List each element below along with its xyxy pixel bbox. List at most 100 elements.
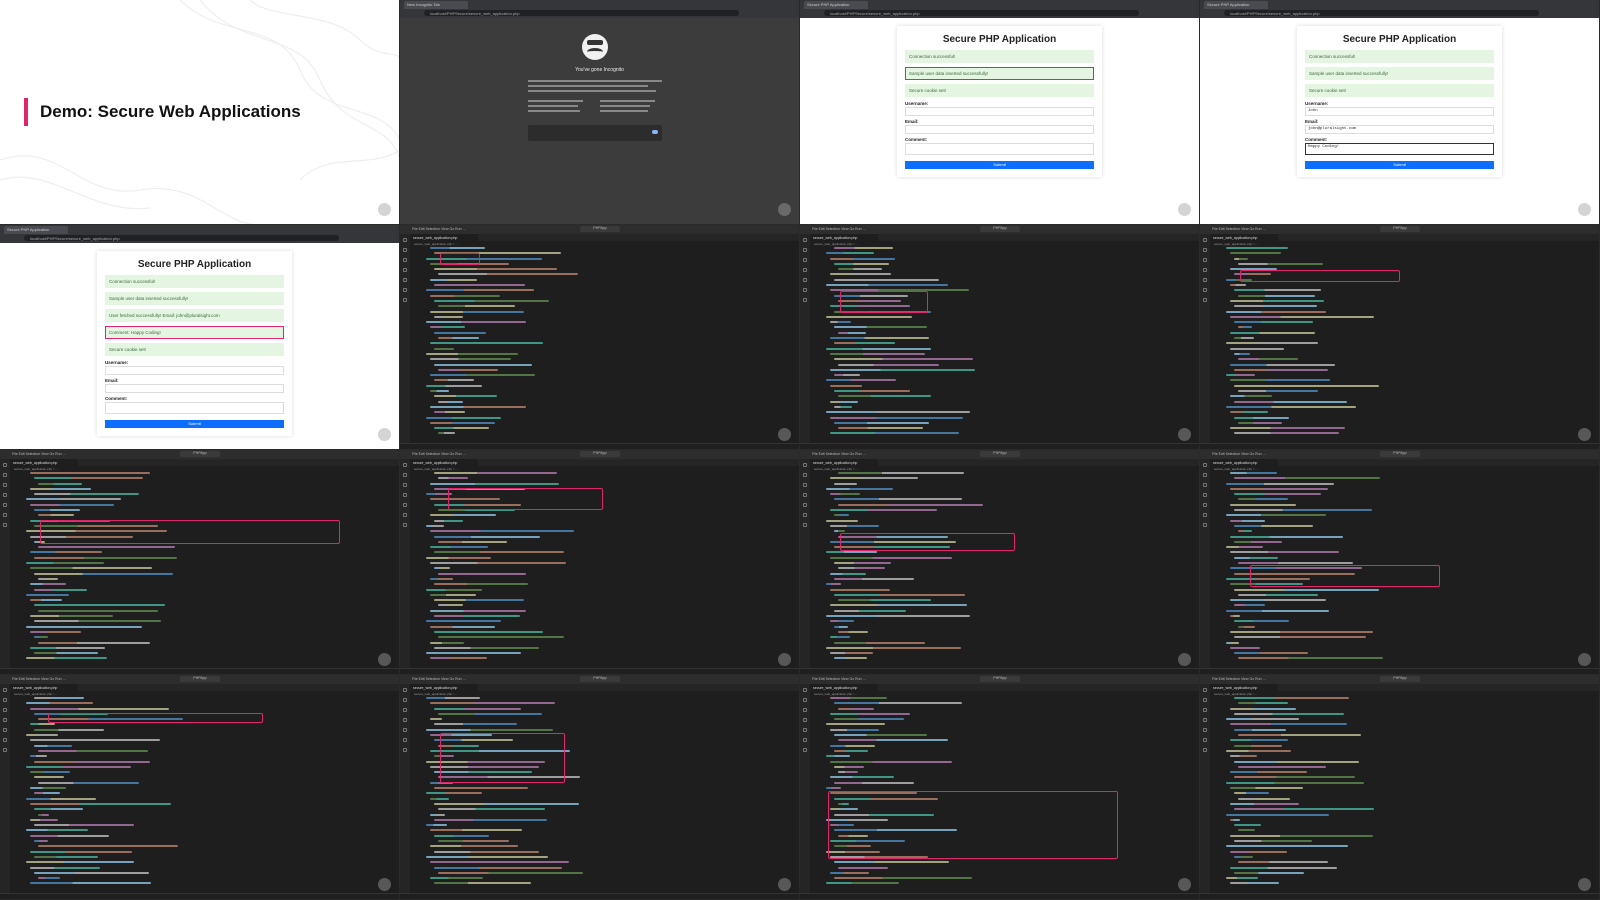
search-icon[interactable]	[803, 248, 807, 252]
run-debug-icon[interactable]	[403, 718, 407, 722]
command-center-search[interactable]: PHPApp	[180, 451, 220, 457]
explorer-icon[interactable]	[403, 463, 407, 467]
submit-button[interactable]: Submit	[105, 420, 284, 428]
explorer-icon[interactable]	[1203, 463, 1207, 467]
remote-icon[interactable]	[803, 738, 807, 742]
file-tab[interactable]: secure_web_application.php	[1210, 684, 1278, 691]
search-icon[interactable]	[403, 473, 407, 477]
explorer-icon[interactable]	[403, 238, 407, 242]
source-control-icon[interactable]	[1203, 483, 1207, 487]
extensions-icon[interactable]	[3, 503, 7, 507]
command-center-search[interactable]: PHPApp	[180, 676, 220, 682]
extensions-icon[interactable]	[403, 278, 407, 282]
file-tab[interactable]: secure_web_application.php	[410, 684, 478, 691]
run-debug-icon[interactable]	[403, 268, 407, 272]
source-control-icon[interactable]	[1203, 708, 1207, 712]
username-input[interactable]	[905, 107, 1094, 116]
explorer-icon[interactable]	[3, 688, 7, 692]
run-debug-icon[interactable]	[403, 493, 407, 497]
test-icon[interactable]	[403, 298, 407, 302]
search-icon[interactable]	[3, 698, 7, 702]
run-debug-icon[interactable]	[3, 493, 7, 497]
submit-button[interactable]: Submit	[1305, 161, 1494, 169]
file-tab[interactable]: secure_web_application.php	[1210, 234, 1278, 241]
search-icon[interactable]	[1203, 698, 1207, 702]
test-icon[interactable]	[403, 523, 407, 527]
search-icon[interactable]	[1203, 473, 1207, 477]
extensions-icon[interactable]	[1203, 278, 1207, 282]
run-debug-icon[interactable]	[803, 718, 807, 722]
code-area[interactable]	[822, 472, 1195, 667]
remote-icon[interactable]	[403, 288, 407, 292]
test-icon[interactable]	[1203, 523, 1207, 527]
comment-textarea[interactable]: Happy Coding!	[1305, 143, 1494, 155]
remote-icon[interactable]	[1203, 513, 1207, 517]
source-control-icon[interactable]	[3, 708, 7, 712]
code-area[interactable]	[22, 697, 395, 892]
source-control-icon[interactable]	[403, 708, 407, 712]
comment-textarea[interactable]	[105, 402, 284, 414]
browser-tab[interactable]: Secure PHP Application	[804, 1, 868, 9]
extensions-icon[interactable]	[403, 503, 407, 507]
source-control-icon[interactable]	[1203, 258, 1207, 262]
address-bar[interactable]: localhost/PHPSecure/secure_web_applicati…	[824, 10, 1139, 16]
explorer-icon[interactable]	[3, 463, 7, 467]
explorer-icon[interactable]	[1203, 688, 1207, 692]
email-input[interactable]	[905, 125, 1094, 134]
browser-tab[interactable]: Secure PHP Application	[4, 226, 68, 234]
explorer-icon[interactable]	[803, 238, 807, 242]
file-tab[interactable]: secure_web_application.php	[10, 459, 78, 466]
test-icon[interactable]	[1203, 748, 1207, 752]
source-control-icon[interactable]	[803, 258, 807, 262]
file-tab[interactable]: secure_web_application.php	[410, 234, 478, 241]
block-cookies-toggle[interactable]	[652, 130, 658, 134]
code-area[interactable]	[1222, 697, 1595, 892]
source-control-icon[interactable]	[803, 483, 807, 487]
remote-icon[interactable]	[3, 513, 7, 517]
code-area[interactable]	[422, 697, 795, 892]
command-center-search[interactable]: PHPApp	[580, 676, 620, 682]
file-tab[interactable]: secure_web_application.php	[10, 684, 78, 691]
command-center-search[interactable]: PHPApp	[1380, 451, 1420, 457]
run-debug-icon[interactable]	[803, 493, 807, 497]
file-tab[interactable]: secure_web_application.php	[1210, 459, 1278, 466]
extensions-icon[interactable]	[1203, 503, 1207, 507]
browser-tab[interactable]: New Incognito Tab	[404, 1, 468, 9]
run-debug-icon[interactable]	[1203, 493, 1207, 497]
extensions-icon[interactable]	[803, 728, 807, 732]
email-input[interactable]	[105, 384, 284, 393]
command-center-search[interactable]: PHPApp	[580, 451, 620, 457]
test-icon[interactable]	[403, 748, 407, 752]
run-debug-icon[interactable]	[3, 718, 7, 722]
test-icon[interactable]	[1203, 298, 1207, 302]
code-area[interactable]	[422, 247, 795, 442]
explorer-icon[interactable]	[403, 688, 407, 692]
file-tab[interactable]: secure_web_application.php	[810, 234, 878, 241]
test-icon[interactable]	[3, 523, 7, 527]
search-icon[interactable]	[1203, 248, 1207, 252]
address-bar[interactable]: localhost/PHPSecure/secure_web_applicati…	[1224, 10, 1539, 16]
command-center-search[interactable]: PHPApp	[1380, 676, 1420, 682]
file-tab[interactable]: secure_web_application.php	[410, 459, 478, 466]
code-area[interactable]	[22, 472, 395, 667]
test-icon[interactable]	[803, 748, 807, 752]
run-debug-icon[interactable]	[1203, 718, 1207, 722]
command-center-search[interactable]: PHPApp	[580, 226, 620, 232]
explorer-icon[interactable]	[803, 688, 807, 692]
submit-button[interactable]: Submit	[905, 161, 1094, 169]
extensions-icon[interactable]	[1203, 728, 1207, 732]
email-input[interactable]: john@pluralsight.com	[1305, 125, 1494, 134]
browser-tab[interactable]: Secure PHP Application	[1204, 1, 1268, 9]
explorer-icon[interactable]	[803, 463, 807, 467]
source-control-icon[interactable]	[803, 708, 807, 712]
address-bar[interactable]: localhost/PHPSecure/secure_web_applicati…	[424, 10, 739, 16]
test-icon[interactable]	[803, 523, 807, 527]
explorer-icon[interactable]	[1203, 238, 1207, 242]
search-icon[interactable]	[403, 248, 407, 252]
test-icon[interactable]	[3, 748, 7, 752]
search-icon[interactable]	[803, 473, 807, 477]
search-icon[interactable]	[403, 698, 407, 702]
comment-textarea[interactable]	[905, 143, 1094, 155]
remote-icon[interactable]	[1203, 288, 1207, 292]
extensions-icon[interactable]	[403, 728, 407, 732]
